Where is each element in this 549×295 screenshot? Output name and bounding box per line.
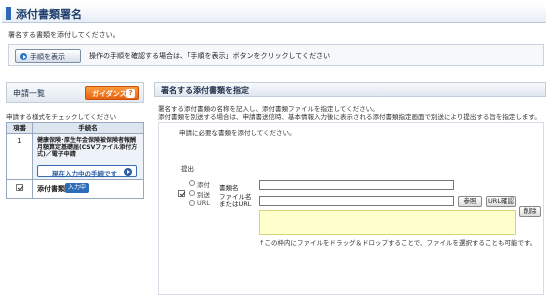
file-name-label-line2: またはURL — [219, 200, 252, 208]
row-number: 1 — [7, 134, 33, 179]
page-title: 添付書類署名 — [16, 8, 82, 21]
submit-method-label: 提出 — [181, 165, 194, 173]
procedure-name: 健康保険･厚生年金保険被保険者報酬月額算定基礎届(CSVファイル添付方式)／電子… — [37, 137, 138, 158]
application-list-note: 申請する様式をチェックしてください — [6, 113, 117, 121]
play-icon — [20, 53, 27, 60]
table-row: 1 健康保険･厚生年金保険被保険者報酬月額算定基礎届(CSVファイル添付方式)／… — [7, 134, 143, 180]
attachment-checkbox[interactable] — [16, 184, 23, 191]
radio-label: 添付 — [197, 181, 210, 189]
column-header-procedure: 手続名 — [78, 124, 98, 132]
help-question-icon: ? — [126, 89, 135, 98]
page-header: 添付書類署名 — [2, 3, 546, 23]
attachment-cell: 添付書類 入力中 — [33, 180, 143, 198]
guidance-button[interactable]: ガイダンス ? — [85, 86, 139, 100]
table-header-row: 項番 手続名 — [7, 123, 143, 134]
guidance-label: ガイダンス — [92, 90, 127, 98]
header-accent-bar — [6, 7, 11, 20]
attachment-check-cell — [7, 180, 33, 198]
current-procedure-button[interactable]: 現在入力中の手続です — [37, 165, 137, 178]
procedure-cell: 健康保険･厚生年金保険被保険者報酬月額算定基礎届(CSVファイル添付方式)／電子… — [33, 134, 143, 179]
attachment-sign-header: 署名する添付書類を指定 — [154, 82, 546, 97]
in-progress-badge: 入力中 — [65, 183, 90, 193]
radio-label: 別送 — [197, 191, 210, 199]
file-name-label: ファイル名 またはURL — [219, 194, 252, 208]
help-text: 操作の手順を確認する場合は、「手順を表示」ボタンをクリックしてください — [89, 52, 331, 60]
attachment-sign-panel: 署名する添付書類を指定 署名する添付書類の名称を記入し、添付書類ファイルを指定し… — [154, 82, 546, 295]
document-name-input[interactable] — [259, 180, 454, 190]
attachment-form-box: 申請に必要な書類を添付してください。 提出 添付 別送 URL 書類名 ファイル… — [158, 122, 544, 295]
radio-label: URL — [197, 199, 210, 207]
file-drop-zone[interactable] — [259, 210, 516, 235]
radio-dot — [189, 200, 195, 206]
show-steps-label: 手順を表示 — [30, 53, 65, 61]
application-list-title: 申請一覧 — [13, 89, 45, 98]
browse-button[interactable]: 参照 — [458, 196, 482, 207]
attachment-row: 添付書類 入力中 — [7, 180, 143, 198]
intro-text: 署名する書類を添付してください。 — [8, 31, 120, 39]
document-name-label: 書類名 — [219, 184, 239, 192]
drop-zone-note: ↑この枠内にファイルをドラッグ＆ドロップすることで、ファイルを選択することも可能… — [259, 239, 537, 247]
application-list-panel: 申請一覧 ガイダンス ? 申請する様式をチェックしてください 項番 手続名 1 … — [6, 82, 144, 203]
radio-dot — [189, 180, 195, 186]
url-check-button[interactable]: URL確認 — [486, 196, 516, 207]
current-procedure-label: 現在入力中の手続です — [52, 169, 117, 178]
column-header-number: 項番 — [7, 123, 33, 133]
radio-dot — [189, 190, 195, 196]
attachment-row-checkbox[interactable] — [178, 190, 185, 197]
file-path-input[interactable] — [259, 196, 454, 206]
attachment-sign-title: 署名する添付書類を指定 — [161, 86, 249, 95]
show-steps-button[interactable]: 手順を表示 — [15, 49, 81, 63]
application-list-header: 申請一覧 ガイダンス ? — [6, 82, 144, 103]
attachment-description-separate: 添付書類を別送する場合は、申請書送信時、基本情報入力後に表示される添付書類指定画… — [158, 113, 541, 121]
attachment-label: 添付書類 — [37, 185, 65, 193]
chevron-right-icon — [124, 167, 132, 176]
application-table: 項番 手続名 1 健康保険･厚生年金保険被保険者報酬月額算定基礎届(CSVファイ… — [6, 122, 144, 199]
help-box: 手順を表示 操作の手順を確認する場合は、「手順を表示」ボタンをクリックしてくださ… — [8, 44, 544, 66]
attachment-required-label: 申請に必要な書類を添付してください。 — [179, 129, 296, 137]
delete-button[interactable]: 削除 — [519, 206, 541, 217]
